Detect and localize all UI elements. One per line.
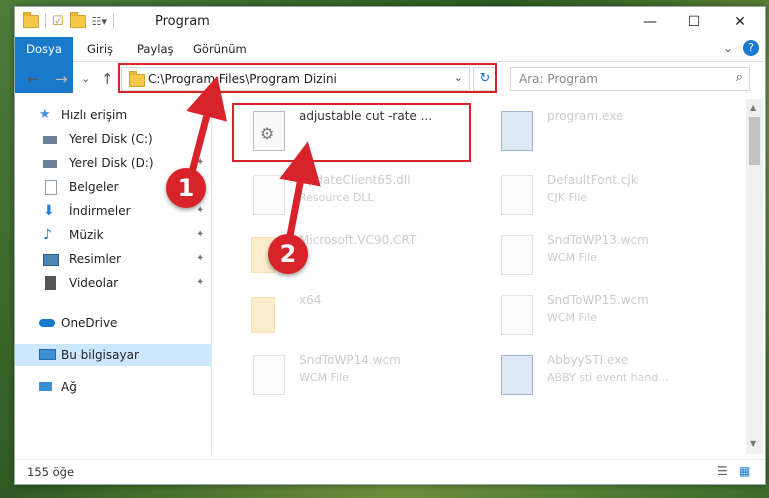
step-2-badge: 2 [268,234,308,274]
annotation-arrows [186,75,321,237]
arrow-to-address-bar [186,75,227,173]
step-1-badge: 1 [166,168,206,208]
arrow-to-file [279,141,321,237]
